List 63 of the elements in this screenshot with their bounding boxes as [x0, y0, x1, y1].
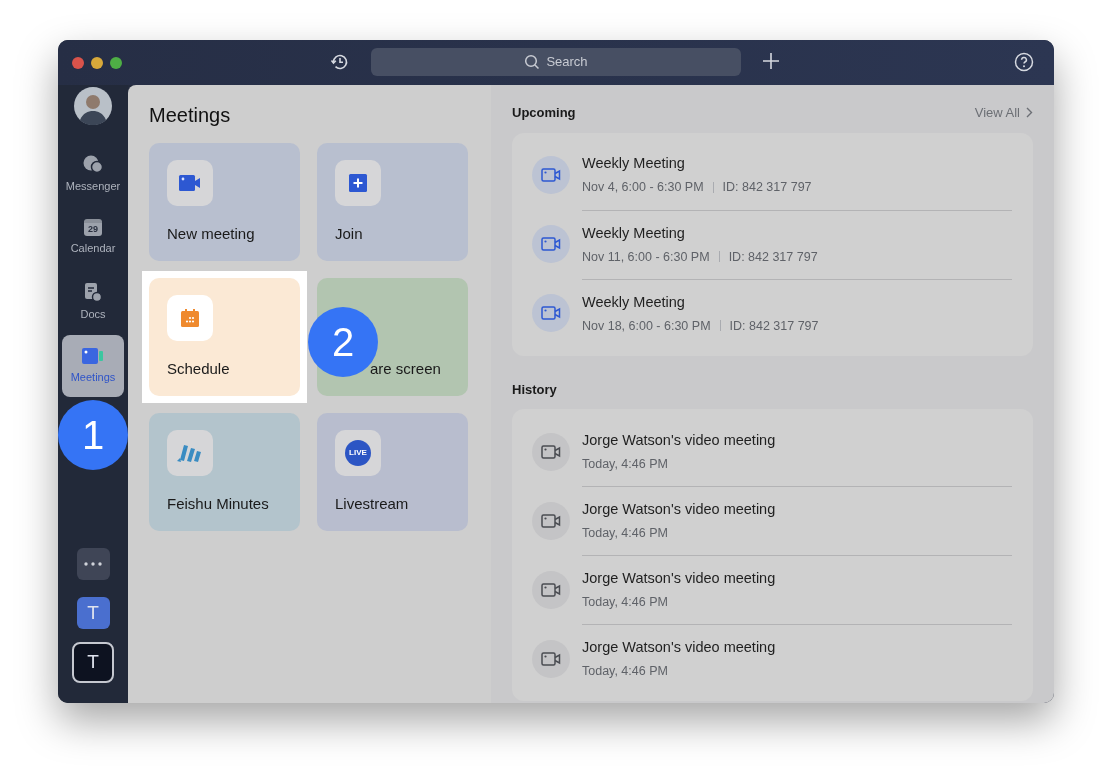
tile-label: Join — [335, 223, 363, 244]
meeting-time: Today, 4:46 PM — [582, 455, 668, 473]
video-camera-icon — [532, 225, 570, 263]
live-label: LIVE — [349, 447, 367, 459]
chevron-right-icon — [1026, 107, 1033, 119]
meeting-title: Jorge Watson's video meeting — [582, 638, 777, 658]
section-title: Upcoming — [512, 104, 576, 122]
more-button[interactable] — [76, 548, 110, 580]
document-icon — [83, 281, 103, 302]
video-camera-icon — [178, 174, 202, 192]
meeting-tile[interactable]: LIVE Livestream — [317, 413, 468, 531]
video-camera-icon — [532, 432, 570, 471]
calendar-icon — [180, 308, 200, 328]
video-camera-icon — [532, 639, 570, 678]
tile-label: Schedule — [167, 358, 230, 379]
tile-label: Feishu Minutes — [167, 493, 269, 514]
meeting-id: ID: 842 317 797 — [722, 179, 812, 196]
sidebar-item[interactable]: Messenger — [62, 143, 124, 205]
brush-strokes-icon — [176, 442, 204, 464]
search-icon — [524, 54, 541, 70]
meeting-time: Today, 4:46 PM — [582, 594, 668, 611]
tile-label: Livestream — [335, 493, 409, 514]
add-icon[interactable] — [762, 52, 780, 70]
meeting-title: Jorge Watson's video meeting — [582, 500, 777, 520]
zoom-light[interactable] — [110, 56, 122, 69]
sidebar-item[interactable]: Docs — [62, 271, 124, 333]
sidebar-item[interactable]: 29 Calendar — [62, 207, 124, 269]
meeting-time: Today, 4:46 PM — [582, 525, 668, 542]
video-camera-icon — [532, 501, 570, 540]
meeting-title: Weekly Meeting — [582, 292, 686, 312]
meeting-time: Today, 4:46 PM — [582, 663, 668, 680]
history-icon[interactable] — [330, 52, 350, 72]
plus-icon — [348, 173, 368, 193]
help-icon[interactable] — [1014, 52, 1034, 72]
meeting-id: ID: 842 317 797 — [729, 317, 819, 335]
close-light[interactable] — [72, 56, 84, 69]
meeting-id: ID: 842 317 797 — [728, 248, 818, 266]
more-icon — [84, 562, 102, 566]
meeting-tile[interactable]: Feishu Minutes — [149, 413, 300, 531]
tile-label: New meeting — [167, 223, 255, 244]
chat-icon — [82, 153, 104, 174]
video-camera-icon — [532, 294, 570, 332]
search-field[interactable]: Search — [371, 48, 741, 76]
avatar[interactable] — [74, 87, 112, 125]
meeting-time: Nov 11, 6:00 - 6:30 PM — [582, 248, 710, 266]
workspace-button[interactable]: T — [72, 642, 114, 683]
meeting-title: Jorge Watson's video meeting — [582, 430, 777, 450]
calendar-date: 29 — [88, 225, 98, 235]
section-title: History — [512, 380, 557, 399]
meeting-time: Nov 18, 6:00 - 6:30 PM — [582, 317, 711, 335]
workspace-button[interactable]: T — [76, 597, 110, 629]
minimize-light[interactable] — [91, 56, 103, 69]
meeting-tile[interactable]: New meeting — [149, 143, 300, 261]
video-camera-icon — [532, 570, 570, 609]
page-title: Meetings — [149, 103, 232, 127]
meeting-title: Weekly Meeting — [582, 223, 686, 243]
video-camera-icon — [81, 346, 105, 365]
meeting-title: Weekly Meeting — [582, 154, 686, 174]
meeting-title: Jorge Watson's video meeting — [582, 569, 777, 589]
meeting-tile[interactable]: Join — [317, 143, 468, 261]
meeting-time: Nov 4, 6:00 - 6:30 PM — [582, 179, 704, 196]
video-camera-icon — [532, 156, 570, 194]
meeting-tile[interactable]: Schedule — [149, 278, 300, 396]
